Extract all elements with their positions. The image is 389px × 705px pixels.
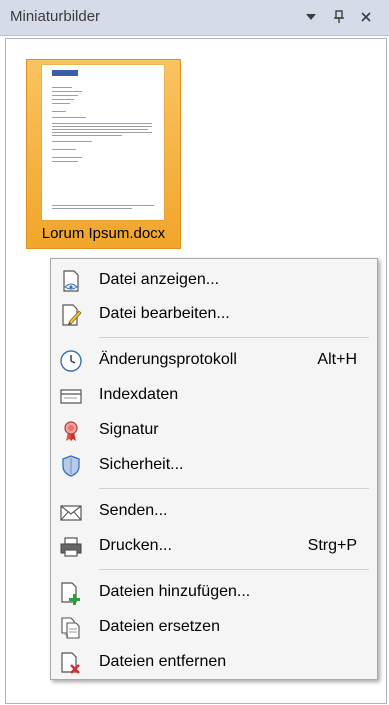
menu-separator bbox=[99, 488, 369, 489]
view-file-icon bbox=[59, 269, 83, 293]
panel-titlebar: Miniaturbilder bbox=[0, 0, 389, 36]
menu-item-edit-file[interactable]: Datei bearbeiten... bbox=[51, 297, 377, 331]
clock-icon bbox=[59, 349, 83, 373]
menu-item-print[interactable]: Drucken... Strg+P bbox=[51, 529, 377, 563]
panel-title: Miniaturbilder bbox=[10, 8, 101, 25]
menu-separator bbox=[99, 569, 369, 570]
envelope-icon bbox=[59, 500, 83, 524]
add-file-icon bbox=[59, 581, 83, 605]
close-icon[interactable] bbox=[356, 6, 376, 28]
menu-item-index-data[interactable]: Indexdaten bbox=[51, 378, 377, 412]
menu-item-change-log[interactable]: Änderungsprotokoll Alt+H bbox=[51, 343, 377, 377]
letterhead-logo bbox=[52, 70, 78, 76]
award-ribbon-icon bbox=[59, 419, 83, 443]
pin-icon[interactable] bbox=[329, 6, 349, 28]
menu-separator bbox=[99, 337, 369, 338]
thumbnail-filename: Lorum Ipsum.docx bbox=[41, 225, 166, 242]
menu-item-signature[interactable]: Signatur bbox=[51, 413, 377, 447]
triangle-down-icon[interactable] bbox=[301, 6, 321, 28]
thumbnail-panel: Miniaturbilder Lorum Ipsum.docx Datei an… bbox=[0, 0, 389, 705]
menu-item-remove-files[interactable]: Dateien entfernen bbox=[51, 645, 377, 679]
menu-item-replace-files[interactable]: Dateien ersetzen bbox=[51, 610, 377, 644]
document-preview bbox=[42, 65, 164, 220]
shield-icon bbox=[59, 454, 83, 478]
index-card-icon bbox=[59, 384, 83, 408]
document-thumbnail[interactable]: Lorum Ipsum.docx bbox=[26, 59, 181, 249]
remove-file-icon bbox=[59, 651, 83, 675]
edit-file-icon bbox=[59, 303, 83, 327]
printer-icon bbox=[59, 535, 83, 559]
menu-item-view-file[interactable]: Datei anzeigen... bbox=[51, 263, 377, 297]
replace-file-icon bbox=[59, 616, 83, 640]
menu-item-security[interactable]: Sicherheit... bbox=[51, 448, 377, 482]
menu-item-add-files[interactable]: Dateien hinzufügen... bbox=[51, 575, 377, 609]
menu-item-send[interactable]: Senden... bbox=[51, 494, 377, 528]
context-menu: Datei anzeigen... Datei bearbeiten... Än… bbox=[50, 258, 378, 680]
